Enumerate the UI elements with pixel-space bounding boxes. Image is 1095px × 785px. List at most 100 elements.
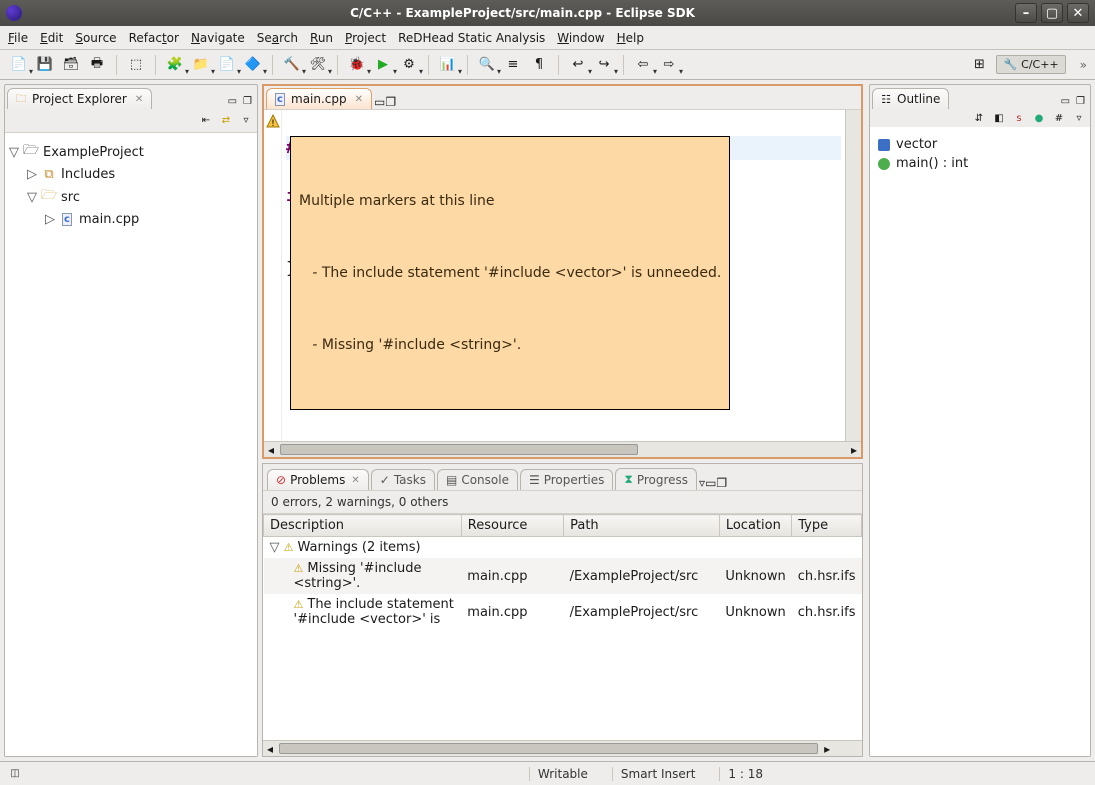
scrollbar-thumb[interactable] <box>280 444 638 455</box>
outline-item[interactable]: vector <box>878 135 1082 154</box>
col-location[interactable]: Location <box>719 515 791 537</box>
hide-fields-icon[interactable]: ◧ <box>992 111 1006 125</box>
function-icon <box>878 158 890 170</box>
back-button[interactable]: ⇦ <box>632 54 654 76</box>
toggle-markers-button[interactable]: ¶ <box>528 54 550 76</box>
code-editor[interactable]: ! #include <vector> int main() { std::st… <box>264 110 861 441</box>
menu-run[interactable]: Run <box>310 31 333 45</box>
tree-src-node[interactable]: ▽ 🗁 src <box>9 184 253 210</box>
build-config-button[interactable]: 🛠 <box>307 54 329 76</box>
warning-marker-icon[interactable]: ! <box>266 114 280 128</box>
build-button[interactable]: 🔨 <box>281 54 303 76</box>
col-path[interactable]: Path <box>564 515 720 537</box>
scrollbar-thumb[interactable] <box>279 743 818 754</box>
run-button[interactable]: ▶ <box>372 54 394 76</box>
save-all-button[interactable]: 🗃 <box>60 54 82 76</box>
expand-icon[interactable]: ▷ <box>27 167 37 182</box>
gutter[interactable]: ! <box>264 110 282 441</box>
close-icon[interactable]: ✕ <box>355 94 363 105</box>
hide-inactive-icon[interactable]: # <box>1052 111 1066 125</box>
close-icon[interactable]: ✕ <box>135 94 143 105</box>
col-type[interactable]: Type <box>792 515 862 537</box>
maximize-editor-button[interactable]: ❐ <box>385 95 396 109</box>
menu-search[interactable]: Search <box>257 31 298 45</box>
hide-static-icon[interactable]: s <box>1012 111 1026 125</box>
tree-file-node[interactable]: ▷ c main.cpp <box>9 210 253 229</box>
search-button[interactable]: 🔍 <box>476 54 498 76</box>
tab-properties[interactable]: ☰ Properties <box>520 469 613 490</box>
new-source-button[interactable]: 📄 <box>216 54 238 76</box>
vertical-scrollbar[interactable] <box>845 110 861 441</box>
save-button[interactable]: 💾 <box>34 54 56 76</box>
problem-row[interactable]: ⚠Missing '#include <string>'. main.cpp /… <box>264 558 862 594</box>
menu-file[interactable]: File <box>8 31 28 45</box>
minimize-editor-button[interactable]: ▭ <box>374 95 385 109</box>
close-window-button[interactable]: ✕ <box>1067 3 1089 23</box>
go-to-next-button[interactable]: ↪ <box>593 54 615 76</box>
new-folder-button[interactable]: 📁 <box>190 54 212 76</box>
minimize-view-button[interactable]: ▭ <box>1058 94 1073 109</box>
external-tools-button[interactable]: ⚙ <box>398 54 420 76</box>
new-class-button[interactable]: 🧩 <box>164 54 186 76</box>
open-type-button[interactable]: 🔷 <box>242 54 264 76</box>
menu-redhead[interactable]: ReDHead Static Analysis <box>398 31 545 45</box>
tab-problems[interactable]: ⊘ Problems ✕ <box>267 469 369 490</box>
tree-project-node[interactable]: ▽ 🗁 ExampleProject <box>9 139 253 165</box>
perspective-switcher[interactable]: 🔧 C/C++ <box>996 55 1065 74</box>
profile-button[interactable]: 📊 <box>437 54 459 76</box>
maximize-view-button[interactable]: ❐ <box>716 476 727 490</box>
minimize-view-button[interactable]: ▭ <box>225 94 240 109</box>
project-icon: 🗁 <box>23 141 39 163</box>
menu-navigate[interactable]: Navigate <box>191 31 245 45</box>
toggle-breadcrumb-button[interactable]: ≡ <box>502 54 524 76</box>
project-explorer-tab[interactable]: 🗀 Project Explorer ✕ <box>7 88 152 109</box>
maximize-button[interactable]: ▢ <box>1041 3 1063 23</box>
col-description[interactable]: Description <box>264 515 462 537</box>
col-resource[interactable]: Resource <box>461 515 563 537</box>
outline-title: Outline <box>897 92 940 106</box>
minimize-button[interactable]: – <box>1015 3 1037 23</box>
sort-icon[interactable]: ⇵ <box>972 111 986 125</box>
code-content[interactable]: #include <vector> int main() { std::stri… <box>282 110 845 441</box>
horizontal-scrollbar[interactable]: ◂ ▸ <box>263 740 862 756</box>
maximize-view-button[interactable]: ❐ <box>1073 94 1088 109</box>
problem-row[interactable]: ⚠The include statement '#include <vector… <box>264 594 862 630</box>
forward-button[interactable]: ⇨ <box>658 54 680 76</box>
hide-nonpublic-icon[interactable]: ● <box>1032 111 1046 125</box>
view-menu-icon[interactable]: ▿ <box>1072 111 1086 125</box>
new-button[interactable]: 📄 <box>8 54 30 76</box>
collapse-all-icon[interactable]: ⇤ <box>199 114 213 128</box>
view-menu-icon[interactable]: ▿ <box>239 114 253 128</box>
outline-tab[interactable]: ☷ Outline <box>872 88 949 109</box>
expand-icon[interactable]: ▷ <box>45 212 55 227</box>
menu-help[interactable]: Help <box>617 31 644 45</box>
menu-source[interactable]: Source <box>75 31 116 45</box>
maximize-view-button[interactable]: ❐ <box>240 94 255 109</box>
debug-button[interactable]: 🐞 <box>346 54 368 76</box>
editor-tab-main-cpp[interactable]: c main.cpp ✕ <box>266 88 372 109</box>
console-icon: ▤ <box>446 473 457 487</box>
minimize-view-button[interactable]: ▭ <box>705 476 716 490</box>
link-editor-icon[interactable]: ⇄ <box>219 114 233 128</box>
separator-icon <box>558 55 559 75</box>
close-icon[interactable]: ✕ <box>351 475 359 486</box>
tree-includes-node[interactable]: ▷ ⧉ Includes <box>9 165 253 184</box>
expand-icon[interactable]: ▽ <box>27 190 37 205</box>
tab-progress[interactable]: ⧗ Progress <box>615 468 697 490</box>
menu-edit[interactable]: Edit <box>40 31 63 45</box>
binary-toggle-button[interactable]: ⬚ <box>125 54 147 76</box>
problems-table[interactable]: Description Resource Path Location Type … <box>263 514 862 740</box>
menu-window[interactable]: Window <box>557 31 604 45</box>
tab-tasks[interactable]: ✓ Tasks <box>371 469 435 490</box>
go-to-last-edit-button[interactable]: ↩ <box>567 54 589 76</box>
menu-project[interactable]: Project <box>345 31 386 45</box>
expand-icon[interactable]: ▽ <box>9 145 19 160</box>
print-button[interactable]: 🖶 <box>86 54 108 76</box>
menu-refactor[interactable]: Refactor <box>129 31 179 45</box>
expand-icon[interactable]: ▽ <box>270 540 280 555</box>
horizontal-scrollbar[interactable]: ◂ ▸ <box>264 441 861 457</box>
warnings-group-row[interactable]: ▽ ⚠Warnings (2 items) <box>264 537 862 559</box>
open-perspective-button[interactable]: ⊞ <box>968 54 990 76</box>
tab-console[interactable]: ▤ Console <box>437 469 518 490</box>
outline-item[interactable]: main() : int <box>878 154 1082 173</box>
